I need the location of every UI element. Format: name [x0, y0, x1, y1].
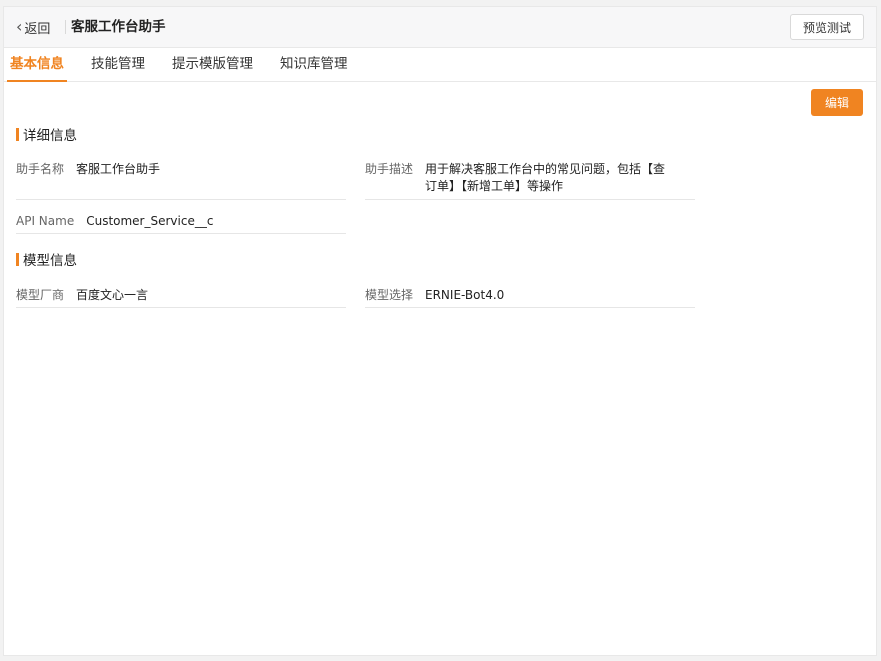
tab-knowledge-base-management[interactable]: 知识库管理	[280, 47, 348, 81]
edit-button[interactable]: 编辑	[811, 89, 863, 116]
model-section-label: 模型信息	[23, 253, 77, 269]
assistant-description-label: 助手描述	[365, 162, 414, 176]
assistant-detail-page: ‹ 返回 客服工作台助手 预览测试 基本信息 技能管理 提示模版管理 知识库管理…	[3, 6, 877, 656]
model-select-label: 模型选择	[365, 288, 414, 302]
page-title: 客服工作台助手	[71, 19, 166, 35]
tab-skill-management[interactable]: 技能管理	[91, 47, 145, 81]
back-button[interactable]: ‹ 返回	[16, 7, 50, 47]
back-label: 返回	[24, 21, 51, 37]
section-accent-bar	[16, 252, 19, 266]
assistant-name-label: 助手名称	[16, 162, 65, 176]
api-name-value: Customer_Service__c	[86, 214, 214, 228]
section-accent-bar	[16, 127, 19, 141]
top-bar: ‹ 返回 客服工作台助手 预览测试	[4, 7, 876, 48]
model-select-field: 模型选择 ERNIE-Bot4.0	[365, 287, 695, 308]
preview-test-button[interactable]: 预览测试	[790, 14, 864, 40]
tab-prompt-template-management[interactable]: 提示模版管理	[172, 47, 253, 81]
model-vendor-value: 百度文心一言	[76, 288, 149, 302]
api-name-label: API Name	[16, 214, 75, 228]
assistant-name-field: 助手名称 客服工作台助手	[16, 161, 346, 200]
model-vendor-label: 模型厂商	[16, 288, 65, 302]
assistant-description-field: 助手描述 用于解决客服工作台中的常见问题，包括【查订单】【新增工单】等操作	[365, 161, 695, 200]
detail-section-label: 详细信息	[23, 128, 77, 144]
model-vendor-field: 模型厂商 百度文心一言	[16, 287, 346, 308]
tab-basic-info[interactable]: 基本信息	[7, 47, 67, 82]
assistant-name-value: 客服工作台助手	[76, 162, 161, 176]
chevron-left-icon: ‹	[16, 17, 23, 36]
title-divider	[65, 20, 66, 34]
tab-bar: 基本信息 技能管理 提示模版管理 知识库管理	[4, 47, 876, 82]
model-section-title: 模型信息	[16, 249, 77, 269]
detail-section-title: 详细信息	[16, 124, 77, 144]
model-select-value: ERNIE-Bot4.0	[425, 288, 505, 302]
api-name-field: API Name Customer_Service__c	[16, 213, 346, 234]
assistant-description-value: 用于解决客服工作台中的常见问题，包括【查订单】【新增工单】等操作	[425, 162, 666, 193]
